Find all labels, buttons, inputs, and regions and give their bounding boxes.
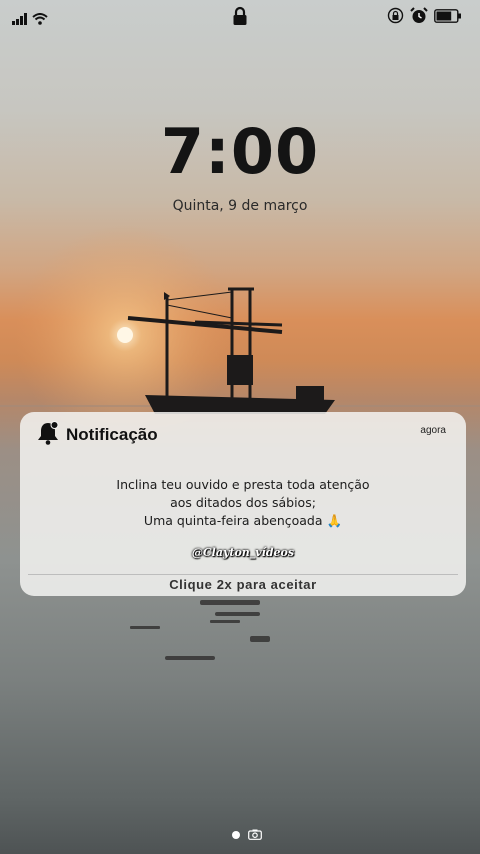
notification-title: Notificação xyxy=(66,425,158,444)
notification-divider xyxy=(28,574,458,575)
status-bar xyxy=(0,0,480,34)
signal-icon xyxy=(12,10,28,29)
watermark-handle: @Clayton_vídeos xyxy=(191,546,295,559)
page-indicators xyxy=(232,825,262,844)
camera-icon[interactable] xyxy=(248,825,262,844)
wifi-icon xyxy=(32,10,48,29)
notification-body-line: Inclina teu ouvido e presta toda atenção xyxy=(116,477,370,492)
rotation-lock-icon xyxy=(387,7,404,28)
notification-header: Notificação xyxy=(36,420,158,450)
alarm-icon xyxy=(410,7,428,28)
notification-body: Inclina teu ouvido e presta toda atenção… xyxy=(20,476,466,530)
status-right xyxy=(387,7,462,28)
bell-icon xyxy=(36,420,60,450)
accept-action-button[interactable]: Clique 2x para aceitar xyxy=(20,577,466,592)
status-left xyxy=(12,10,48,29)
battery-icon xyxy=(434,8,462,27)
notification-time: agora xyxy=(420,425,446,436)
notification-body-line: Uma quinta-feira abençoada 🙏 xyxy=(143,513,343,528)
notification-body-line: aos ditados dos sábios; xyxy=(170,495,316,510)
page-dot[interactable] xyxy=(232,830,240,839)
lockscreen-clock: 7:00 xyxy=(160,115,320,188)
lock-icon xyxy=(232,6,248,30)
lockscreen-date: Quinta, 9 de março xyxy=(172,198,308,214)
notification-card[interactable]: Notificação agora Inclina teu ouvido e p… xyxy=(20,412,466,596)
